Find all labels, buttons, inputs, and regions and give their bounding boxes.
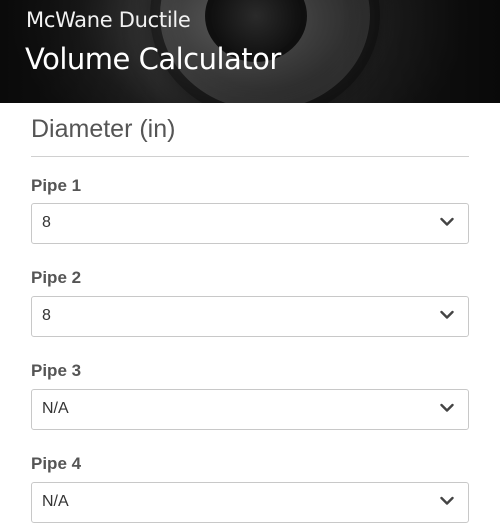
- chevron-down-icon: [440, 403, 454, 412]
- pipe-4-label: Pipe 4: [31, 454, 82, 473]
- pipe-2-select[interactable]: 8: [31, 296, 469, 337]
- divider: [31, 156, 469, 157]
- pipe-1-value: 8: [42, 214, 51, 231]
- pipe-4-value: N/A: [42, 493, 69, 510]
- pipe-1-label: Pipe 1: [31, 176, 82, 195]
- company-name: McWane Ductile: [26, 8, 191, 32]
- pipe-3-label: Pipe 3: [31, 361, 82, 380]
- app-title: Volume Calculator: [25, 42, 281, 76]
- pipe-2-value: 8: [42, 307, 51, 324]
- chevron-down-icon: [440, 217, 454, 226]
- pipe-3-select[interactable]: N/A: [31, 389, 469, 430]
- pipe-3-value: N/A: [42, 400, 69, 417]
- pipe-2-label: Pipe 2: [31, 268, 82, 287]
- pipe-1-select[interactable]: 8: [31, 203, 469, 244]
- header-banner: McWane Ductile Volume Calculator: [0, 0, 500, 103]
- pipe-4-select[interactable]: N/A: [31, 482, 469, 523]
- chevron-down-icon: [440, 496, 454, 505]
- chevron-down-icon: [440, 310, 454, 319]
- section-title: Diameter (in): [31, 115, 176, 143]
